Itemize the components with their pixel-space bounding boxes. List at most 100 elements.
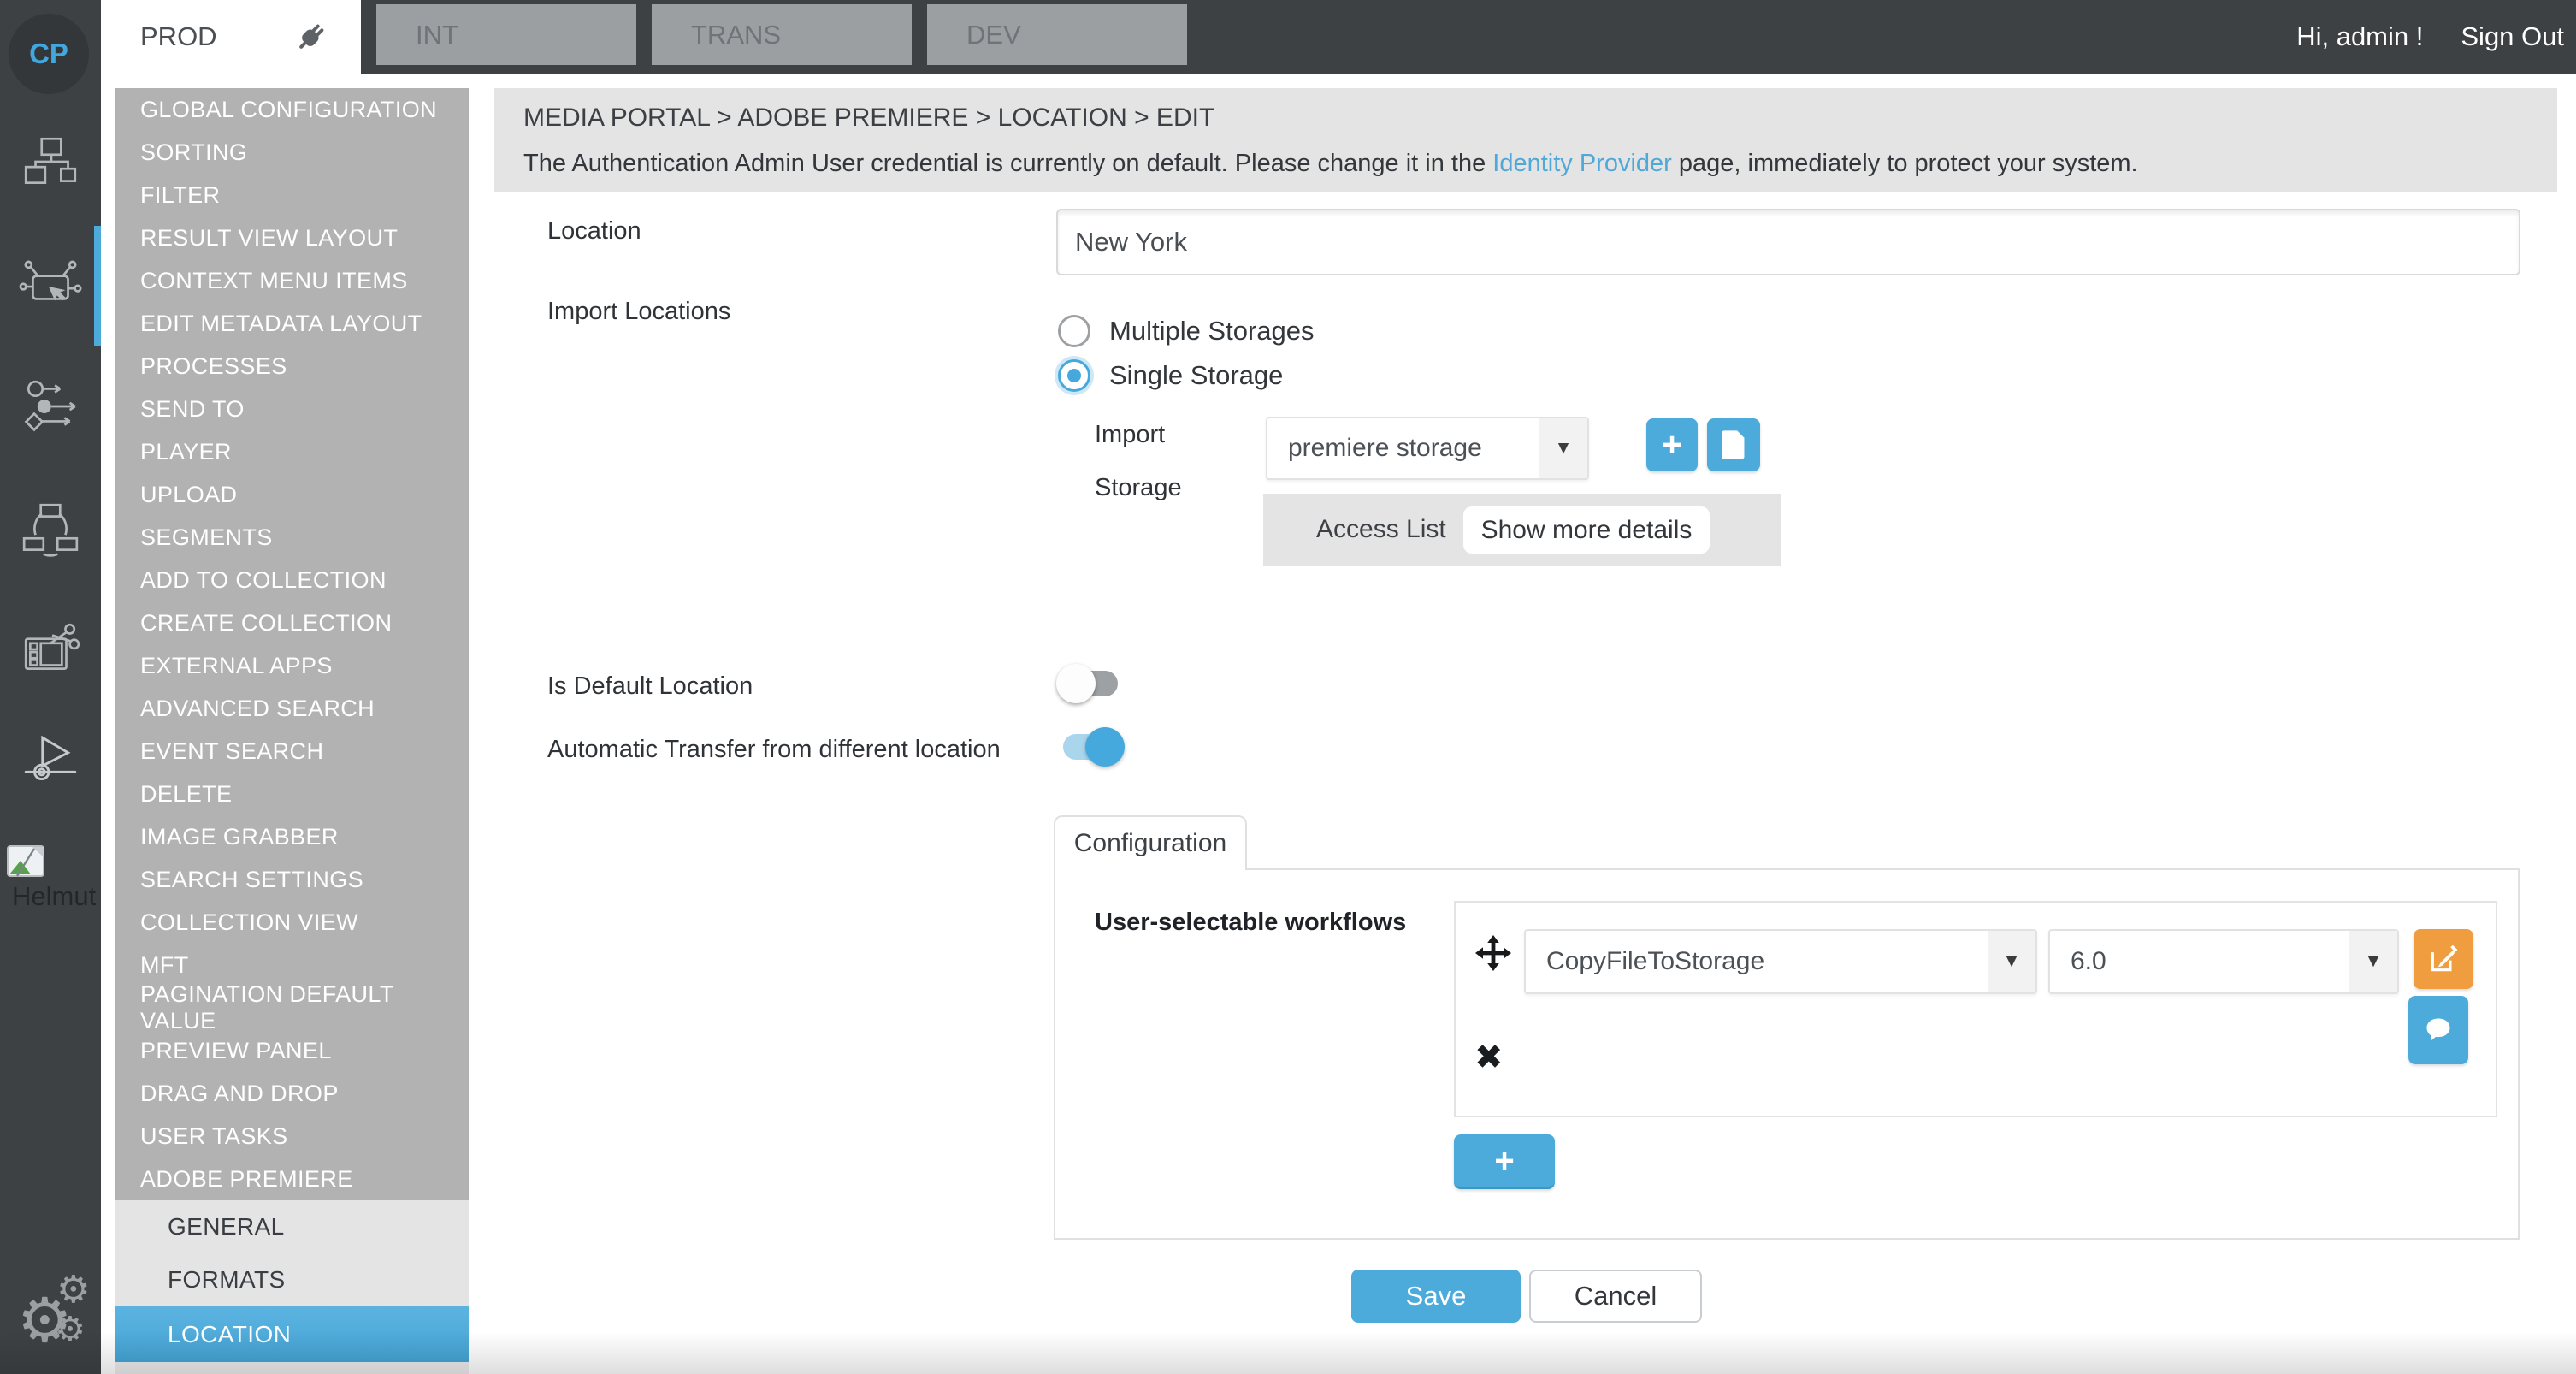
toggle-knob bbox=[1085, 727, 1125, 767]
identity-provider-link[interactable]: Identity Provider bbox=[1492, 150, 1672, 177]
modules-icon[interactable] bbox=[0, 130, 101, 193]
env-tab[interactable]: INT bbox=[376, 4, 636, 65]
remove-workflow-icon[interactable]: ✖ bbox=[1474, 1040, 1504, 1075]
admin-menu-item-label: PAGINATION DEFAULT VALUE bbox=[140, 981, 469, 1034]
browse-storage-button[interactable] bbox=[1707, 418, 1760, 471]
adobe-premiere-submenu: GENERAL FORMATS LOCATION bbox=[115, 1200, 469, 1362]
admin-menu-item[interactable]: SORTING bbox=[115, 131, 469, 174]
helmut-broken-image-icon[interactable] bbox=[0, 845, 108, 879]
admin-menu-item[interactable]: ADD TO COLLECTION bbox=[115, 559, 469, 601]
single-storage-label: Single Storage bbox=[1109, 360, 1283, 391]
admin-menu-item-label: SORTING bbox=[140, 139, 247, 166]
env-tab[interactable]: TRANS bbox=[652, 4, 912, 65]
admin-menu-item[interactable]: MFT bbox=[115, 944, 469, 986]
admin-menu-item[interactable]: DELETE bbox=[115, 773, 469, 815]
import-storage-label-line2: Storage bbox=[1095, 474, 1182, 502]
admin-menu-item[interactable]: FILTER bbox=[115, 174, 469, 216]
admin-menu-item[interactable]: CONTEXT MENU ITEMS bbox=[115, 259, 469, 302]
admin-menu-item[interactable]: PLAYER bbox=[115, 430, 469, 473]
user-box: Hi, admin ! Sign Out bbox=[2296, 0, 2564, 74]
admin-menu-item-label: SEND TO bbox=[140, 396, 245, 423]
submenu-item[interactable]: GENERAL bbox=[115, 1200, 469, 1253]
single-storage-radio[interactable] bbox=[1058, 359, 1090, 392]
env-tab-label: INT bbox=[416, 20, 458, 50]
admin-menu-item-label: CREATE COLLECTION bbox=[140, 610, 392, 637]
admin-menu-item-label: EDIT METADATA LAYOUT bbox=[140, 311, 422, 337]
admin-menu-item-label: CONTEXT MENU ITEMS bbox=[140, 268, 408, 294]
env-tab[interactable]: DEV bbox=[927, 4, 1187, 65]
admin-menu-item[interactable]: EXTERNAL APPS bbox=[115, 644, 469, 687]
admin-menu-item[interactable]: PAGINATION DEFAULT VALUE bbox=[115, 986, 469, 1029]
access-list-label: Access List bbox=[1316, 494, 1446, 566]
radio-row-multiple[interactable]: Multiple Storages bbox=[1058, 315, 1315, 347]
folder-icon bbox=[1719, 429, 1748, 460]
add-storage-button[interactable]: + bbox=[1646, 418, 1698, 471]
avatar[interactable]: CP bbox=[9, 14, 89, 94]
admin-menu-item[interactable]: DRAG AND DROP bbox=[115, 1072, 469, 1115]
import-storage-select-value: premiere storage bbox=[1267, 434, 1482, 463]
tab-configuration[interactable]: Configuration bbox=[1054, 815, 1247, 870]
add-workflow-button[interactable]: + bbox=[1454, 1134, 1555, 1189]
admin-menu-item[interactable]: COLLECTION VIEW bbox=[115, 901, 469, 944]
radio-row-single[interactable]: Single Storage bbox=[1058, 359, 1283, 392]
admin-menu-item[interactable]: RESULT VIEW LAYOUT bbox=[115, 216, 469, 259]
environment-tabs: PROD INT bbox=[101, 0, 1187, 74]
workflow-select[interactable]: CopyFileToStorage ▼ bbox=[1524, 929, 2037, 994]
chevron-down-icon: ▼ bbox=[1539, 418, 1587, 478]
sign-out-link[interactable]: Sign Out bbox=[2461, 21, 2564, 52]
header-band: MEDIA PORTAL > ADOBE PREMIERE > LOCATION… bbox=[494, 88, 2557, 192]
drag-handle-icon[interactable] bbox=[1473, 933, 1514, 974]
multiple-storages-radio[interactable] bbox=[1058, 315, 1090, 347]
warning-text-after: page, immediately to protect your system… bbox=[1672, 150, 2138, 177]
env-tab[interactable]: PROD bbox=[101, 0, 361, 74]
rail-active-indicator bbox=[94, 226, 101, 346]
admin-menu-item[interactable]: EVENT SEARCH bbox=[115, 730, 469, 773]
video-edit-icon[interactable] bbox=[0, 618, 101, 681]
show-more-details-button[interactable]: Show more details bbox=[1463, 506, 1710, 554]
is-default-location-toggle[interactable] bbox=[1058, 666, 1123, 702]
admin-menu-item-label: SEARCH SETTINGS bbox=[140, 867, 363, 893]
admin-menu-item[interactable]: SEGMENTS bbox=[115, 516, 469, 559]
save-button[interactable]: Save bbox=[1351, 1270, 1521, 1323]
submenu-item[interactable]: FORMATS bbox=[115, 1253, 469, 1306]
cancel-button[interactable]: Cancel bbox=[1529, 1270, 1702, 1323]
admin-menu-item-label: DELETE bbox=[140, 781, 232, 808]
admin-menu-item[interactable]: GLOBAL CONFIGURATION bbox=[115, 88, 469, 131]
workflow-icon[interactable] bbox=[0, 375, 101, 438]
location-label: Location bbox=[547, 217, 641, 246]
admin-menu-item[interactable]: ADVANCED SEARCH bbox=[115, 687, 469, 730]
auto-transfer-toggle[interactable] bbox=[1058, 729, 1123, 765]
edit-icon bbox=[2427, 943, 2460, 975]
admin-menu-item-label: PLAYER bbox=[140, 439, 232, 465]
admin-app: CP PROD INT bbox=[0, 0, 2576, 1374]
plus-icon: + bbox=[1662, 428, 1681, 462]
plug-icon bbox=[294, 20, 328, 54]
comment-icon bbox=[2423, 1015, 2454, 1045]
workflow-version-select[interactable]: 6.0 ▼ bbox=[2048, 929, 2399, 994]
collections-sync-icon[interactable] bbox=[0, 498, 101, 561]
admin-menu-item[interactable]: EDIT METADATA LAYOUT bbox=[115, 302, 469, 345]
admin-menu-item[interactable]: SEARCH SETTINGS bbox=[115, 858, 469, 901]
import-storage-label-line1: Import bbox=[1095, 421, 1165, 449]
admin-menu-item[interactable]: UPLOAD bbox=[115, 473, 469, 516]
player-flag-icon[interactable] bbox=[0, 729, 101, 792]
user-selectable-workflows-label: User-selectable workflows bbox=[1095, 909, 1406, 937]
comment-workflow-button[interactable] bbox=[2408, 996, 2468, 1064]
plus-icon: + bbox=[1494, 1144, 1514, 1178]
multiple-storages-label: Multiple Storages bbox=[1109, 316, 1315, 346]
admin-menu-item[interactable]: ADOBE PREMIERE bbox=[115, 1158, 469, 1200]
admin-menu-item[interactable]: IMAGE GRABBER bbox=[115, 815, 469, 858]
edit-workflow-button[interactable] bbox=[2414, 929, 2473, 989]
admin-menu-item[interactable]: SEND TO bbox=[115, 388, 469, 430]
submenu-item[interactable]: LOCATION bbox=[115, 1306, 469, 1362]
admin-menu-item[interactable]: PROCESSES bbox=[115, 345, 469, 388]
admin-menu-item[interactable]: CREATE COLLECTION bbox=[115, 601, 469, 644]
import-storage-select[interactable]: premiere storage ▼ bbox=[1266, 417, 1589, 480]
chevron-down-icon: ▼ bbox=[2349, 931, 2397, 992]
admin-menu-item[interactable]: PREVIEW PANEL bbox=[115, 1029, 469, 1072]
admin-menu-item[interactable]: USER TASKS bbox=[115, 1115, 469, 1158]
admin-tools-icon[interactable] bbox=[0, 253, 101, 317]
avatar-initials: CP bbox=[29, 38, 68, 70]
location-input[interactable] bbox=[1056, 209, 2520, 275]
access-list-panel: Access List Show more details bbox=[1263, 494, 1781, 566]
